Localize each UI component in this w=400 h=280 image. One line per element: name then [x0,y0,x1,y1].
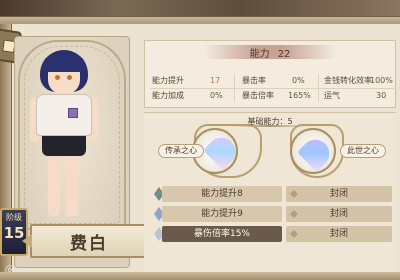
sealed-slot[interactable]: 封闭 [286,186,392,202]
skill-slot[interactable]: 能力提升9 [162,206,282,222]
stat-value: 30 [376,91,387,100]
stats-header: 能力 22 [144,44,396,60]
bottom-frame-edge [0,272,400,280]
stats-column-divider [318,74,319,102]
sealed-slot[interactable]: 封闭 [286,206,392,222]
skill-slot[interactable]: 暴伤倍率15% [162,226,282,242]
stat-label: 能力加成 [152,91,184,100]
character-shirt [36,94,92,136]
this-world-heart-tag[interactable]: 此世之心 [340,144,386,158]
stat-label: 暴击率 [242,76,266,85]
level-number: 15 [3,224,25,242]
character-eye-left [55,75,60,80]
sealed-slot[interactable]: 封闭 [286,226,392,242]
stat-label: 运气 [324,91,340,100]
stat-value: 0% [210,91,223,100]
skill-row: 能力提升9 封闭 [152,206,392,222]
character-name: 费白 [70,233,108,254]
level-label: 阶级 [6,213,22,222]
skill-row: 能力提升8 封闭 [152,186,392,202]
stat-label: 暴击倍率 [242,91,274,100]
character-leg-right [66,154,78,216]
stat-label: 金钱转化效率 [324,76,372,85]
stat-value: 100% [370,76,393,85]
stat-label: 能力提升 [152,76,184,85]
skill-slot[interactable]: 能力提升8 [162,186,282,202]
character-shorts [42,134,86,156]
stats-title-label: 能力 [249,48,270,60]
stats-total: 22 [277,48,291,60]
stat-row-1: 能力提升 17 暴击率 0% 金钱转化效率 100% [150,74,394,87]
stats-title: 能力 22 [250,45,291,60]
character-eye-right [67,75,72,80]
name-plate: 费白 [30,224,148,258]
shirt-patch [68,108,78,118]
character-sprite [30,50,104,225]
stat-value: 165% [288,91,311,100]
level-badge: 阶级 15 [0,208,28,256]
character-bangs [42,54,86,72]
stat-value: 0% [292,76,305,85]
stat-value: 17 [210,76,221,85]
character-leg-left [48,154,60,216]
skill-row: 暴伤倍率15% 封闭 [152,226,392,242]
base-ability-label: 基础能力：5 [144,116,396,127]
stats-column-divider [234,74,235,102]
inheritance-heart-tag[interactable]: 传承之心 [158,144,204,158]
stat-row-2: 能力加成 0% 暴击倍率 165% 运气 30 [150,89,394,102]
